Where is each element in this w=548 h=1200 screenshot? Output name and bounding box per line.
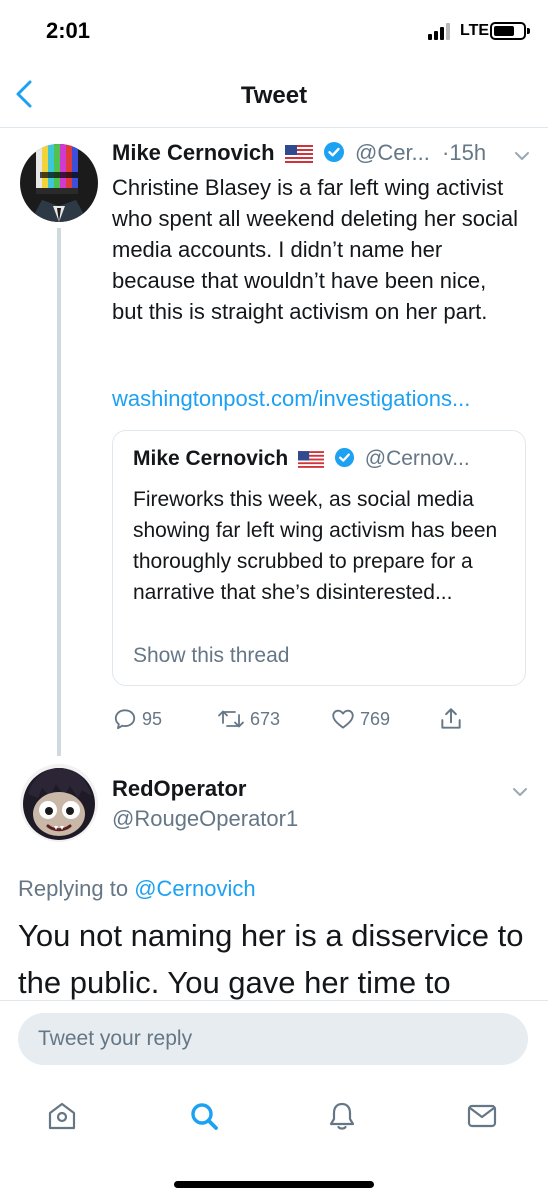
home-icon xyxy=(48,1102,76,1130)
chevron-down-icon[interactable] xyxy=(510,782,530,802)
reply-input-placeholder: Tweet your reply xyxy=(38,1027,193,1050)
us-flag-icon xyxy=(284,145,313,163)
reply-icon xyxy=(114,709,136,730)
us-flag-icon xyxy=(298,451,325,468)
nav-bar: Tweet xyxy=(0,60,548,128)
tab-search[interactable] xyxy=(182,1094,226,1138)
quoted-tweet-card[interactable]: Mike Cernovich @Cernov... Fireworks this… xyxy=(112,430,526,686)
notifications-icon xyxy=(329,1102,355,1130)
retweet-button[interactable]: 673 xyxy=(216,704,280,734)
reply-text: You not naming her is a disservice to th… xyxy=(18,918,524,1000)
replying-to-mention[interactable]: @Cernovich xyxy=(134,876,255,901)
tab-notifications[interactable] xyxy=(320,1094,364,1138)
author-name[interactable]: Mike Cernovich xyxy=(112,140,275,165)
share-button[interactable] xyxy=(438,704,464,734)
tab-messages[interactable] xyxy=(460,1094,504,1138)
verified-badge-icon xyxy=(334,447,354,468)
avatar[interactable] xyxy=(20,144,98,222)
tweet-text: Christine Blasey is a far left wing acti… xyxy=(112,175,519,324)
like-button[interactable]: 769 xyxy=(330,704,390,734)
quote-header: Mike Cernovich @Cernov... xyxy=(133,447,513,471)
replying-to: Replying to @Cernovich xyxy=(18,876,256,902)
status-bar: 2:01 LTE xyxy=(0,0,548,60)
reply-author-name[interactable]: RedOperator xyxy=(112,776,246,802)
reply-input[interactable]: Tweet your reply xyxy=(18,1013,528,1065)
search-icon xyxy=(191,1103,218,1130)
tweet-actions: 95 673 769 xyxy=(112,704,532,734)
quote-author-handle: @Cernov... xyxy=(364,447,470,470)
signal-icon xyxy=(428,22,456,40)
avatar-image xyxy=(20,144,98,222)
quote-author-name: Mike Cernovich xyxy=(133,447,289,470)
show-thread-link[interactable]: Show this thread xyxy=(133,644,289,668)
status-time: 2:01 xyxy=(46,18,91,43)
reply-composer-area: Tweet your reply xyxy=(0,1000,548,1070)
chevron-down-icon[interactable] xyxy=(512,146,532,166)
tweet-time: ·15h xyxy=(442,140,487,165)
retweet-count: 673 xyxy=(250,708,281,729)
battery-icon xyxy=(490,22,530,40)
replying-to-prefix: Replying to xyxy=(18,876,135,901)
heart-icon xyxy=(332,709,354,729)
thread-line xyxy=(57,228,61,756)
reply-count: 95 xyxy=(142,708,163,729)
network-label: LTE xyxy=(460,22,490,39)
page-title: Tweet xyxy=(240,82,308,109)
reply-avatar-image xyxy=(20,764,98,842)
reply-button[interactable]: 95 xyxy=(112,704,162,734)
tab-home[interactable] xyxy=(40,1094,84,1138)
share-icon xyxy=(441,708,461,729)
tweet-link[interactable]: washingtonpost.com/investigations... xyxy=(112,386,522,412)
retweet-icon xyxy=(218,710,244,728)
messages-icon xyxy=(467,1104,497,1128)
quote-text: Fireworks this week, as social media sho… xyxy=(133,488,498,604)
author-handle[interactable]: @Cer... xyxy=(355,140,430,165)
tab-bar xyxy=(0,1070,548,1200)
home-indicator xyxy=(174,1181,374,1188)
reply-author-handle[interactable]: @RougeOperator1 xyxy=(112,806,298,832)
reply-avatar[interactable] xyxy=(20,764,98,842)
tweet-header: Mike Cernovich @Cer... ·15h xyxy=(112,140,532,174)
like-count: 769 xyxy=(360,708,391,729)
verified-badge-icon xyxy=(323,142,344,162)
